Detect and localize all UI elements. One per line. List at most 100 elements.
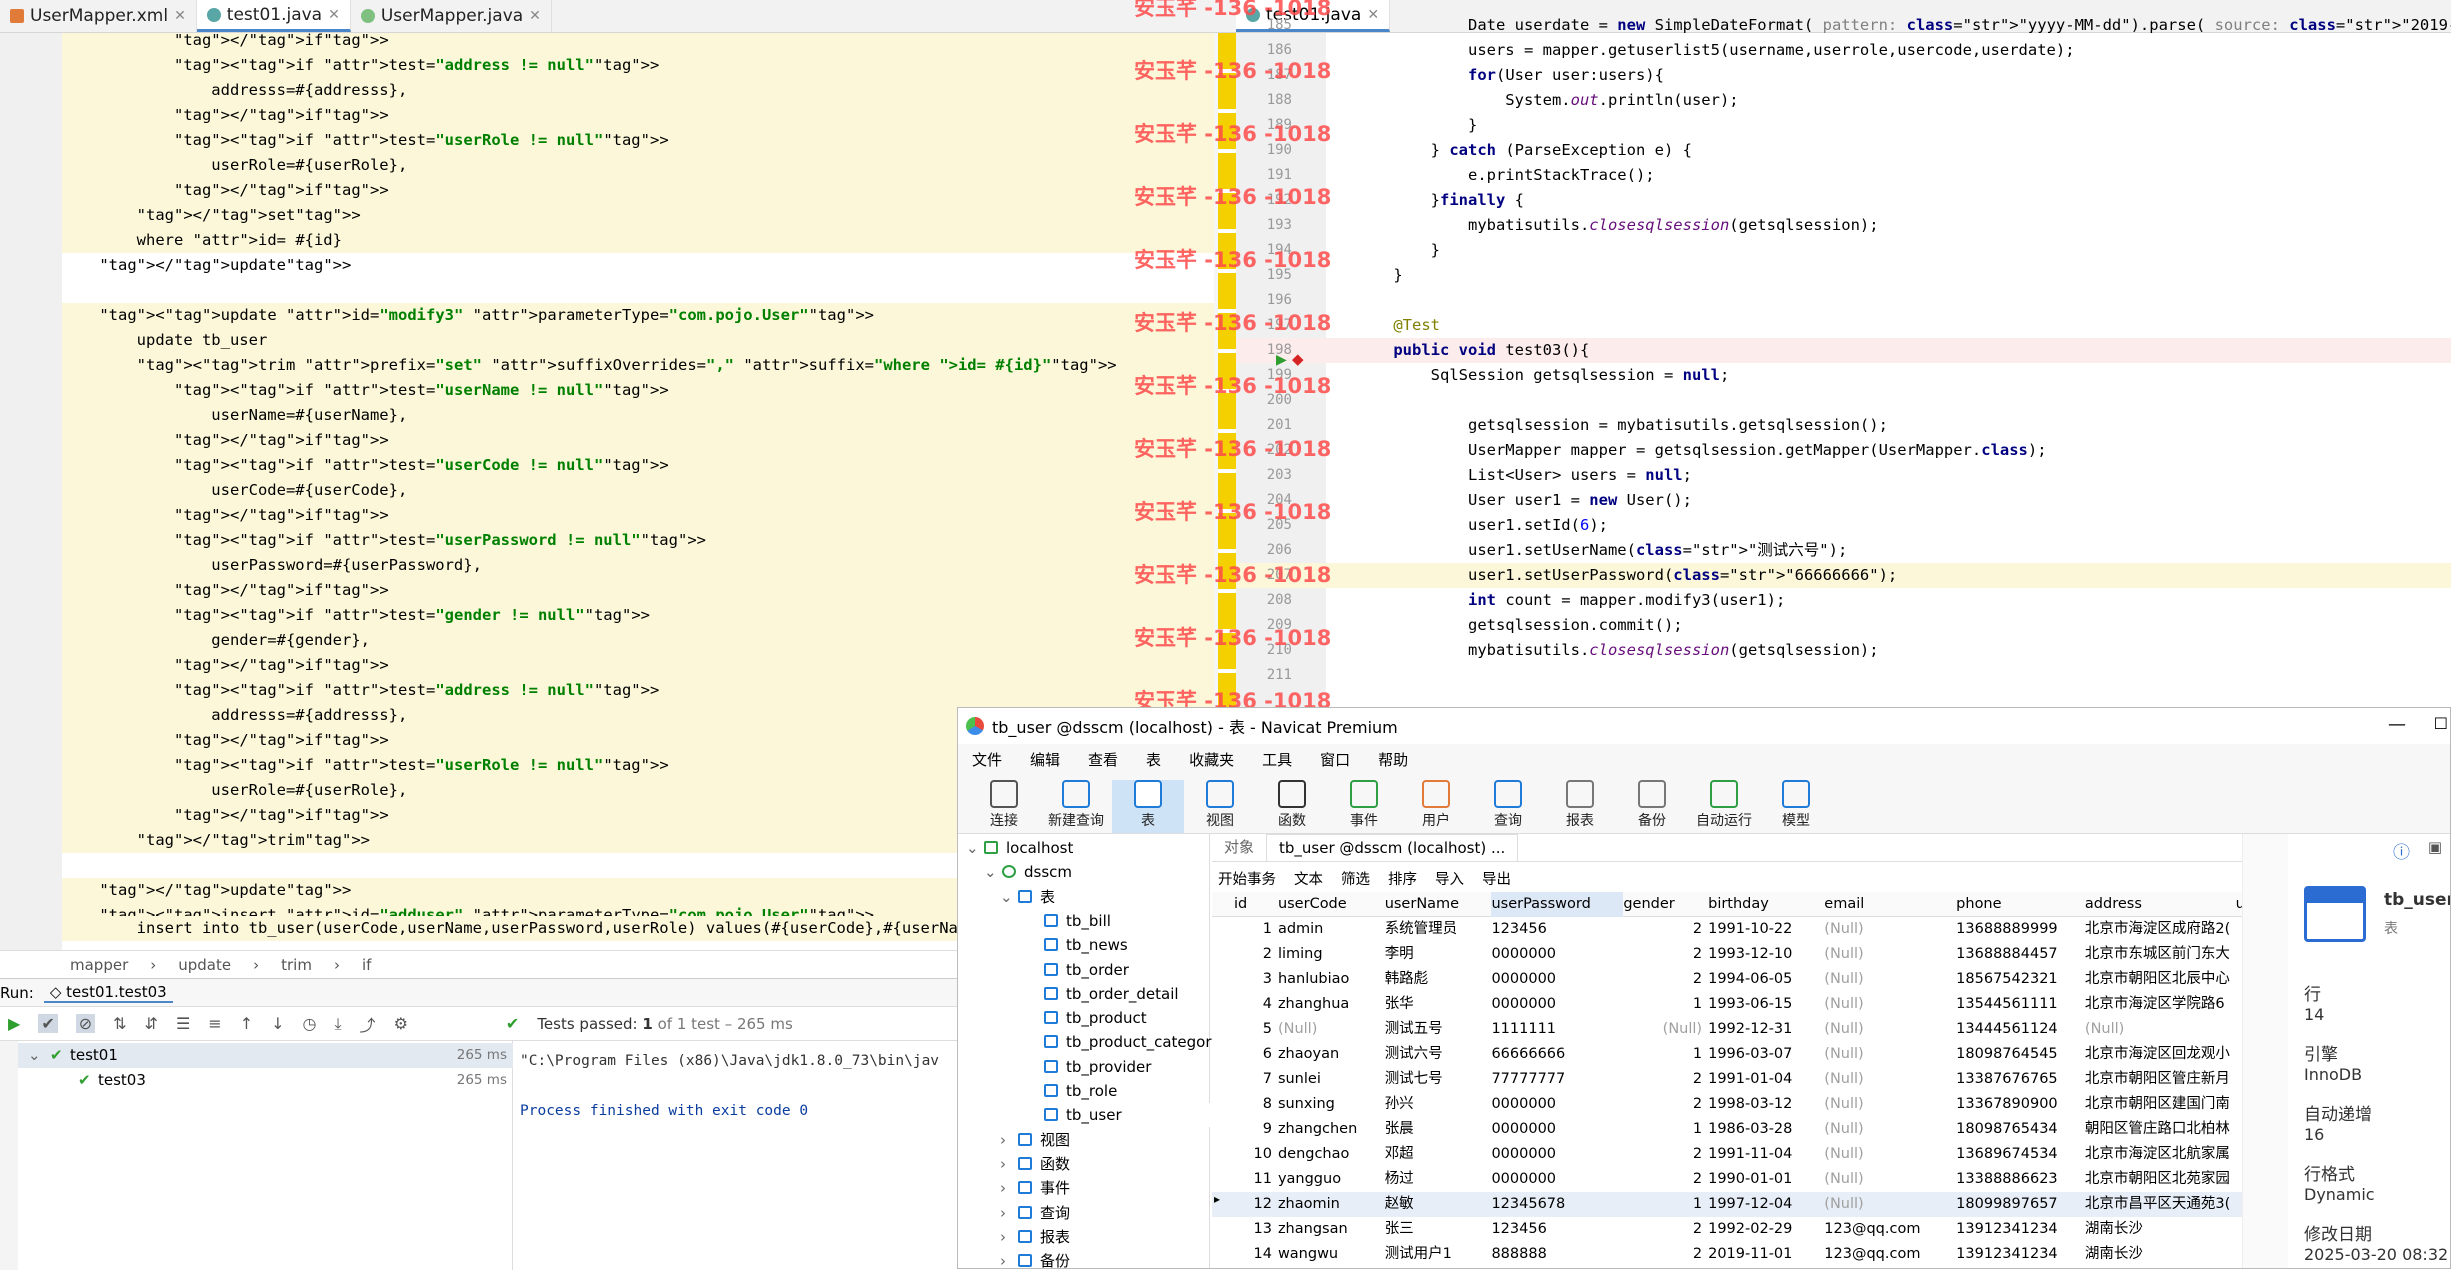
tree-item[interactable]: ⌄ dsscm [958,860,1210,884]
column-header[interactable]: id [1234,892,1278,917]
table-row[interactable]: 12 zhaomin 赵敏 12345678 1 1997-12-04 (Null) 1809… [1212,1192,2242,1217]
table-cell[interactable]: 1991-01-04 [1708,1067,1818,1092]
export-icon[interactable]: ⤴ [360,1012,376,1036]
table-cell[interactable]: 2 [1623,1092,1702,1117]
chevron-down-icon[interactable]: ⌄ [966,836,979,860]
table-cell[interactable]: 13 [1234,1217,1271,1242]
table-cell[interactable]: 杨过 [1385,1167,1486,1192]
table-cell[interactable]: 1111111 [1491,1017,1617,1042]
chevron-down-icon[interactable]: ⌄ [1000,885,1013,909]
table-cell[interactable]: 12345678 [1491,1192,1617,1217]
table-cell[interactable]: 1 [1623,1042,1702,1067]
grid-scrollbar[interactable] [2242,834,2288,1268]
breadcrumb-item[interactable]: if [362,956,371,974]
table-cell[interactable]: 2 [1623,1142,1702,1167]
chevron-right-icon[interactable]: › [1000,1152,1006,1176]
table-cell[interactable]: 13387676765 [1956,1067,2079,1092]
table-cell[interactable]: 12 [1234,1192,1271,1217]
table-cell[interactable]: 123456 [1491,1217,1617,1242]
chevron-right-icon[interactable]: › [1000,1249,1006,1268]
table-cell[interactable]: wangwu [1278,1242,1379,1267]
tree-item[interactable]: ⌄ 表 [958,885,1210,909]
table-cell[interactable]: 1992-02-29 [1708,1217,1818,1242]
table-cell[interactable]: 张晨 [1385,1117,1486,1142]
menu-item-7[interactable]: 帮助 [1364,749,1422,770]
toolbar-button-1[interactable]: 新建查询 [1040,780,1112,833]
table-cell[interactable]: 测试用户1 [1385,1242,1486,1267]
tree-item[interactable]: › 备份 [958,1249,1210,1268]
table-row[interactable]: 2 liming 李明 0000000 2 1993-12-10 (Null) 1368888… [1212,942,2242,967]
tree-item[interactable]: ⌄ localhost [958,836,1210,860]
grid-tool-0[interactable]: 开始事务 [1218,868,1276,889]
table-cell[interactable]: 2 [1623,917,1702,942]
table-cell[interactable]: 1991-10-22 [1708,917,1818,942]
run-test-icon[interactable]: ▶ [1276,352,1287,368]
chevron-right-icon[interactable]: › [1000,1176,1006,1200]
table-cell[interactable]: 13688884457 [1956,942,2079,967]
table-cell[interactable]: 2 [1623,1217,1702,1242]
chevron-right-icon[interactable]: › [1000,1201,1006,1225]
table-cell[interactable]: (Null) [1824,967,1950,992]
table-row[interactable]: 14 wangwu 测试用户1 888888 2 2019-11-01 123@qq.com… [1212,1242,2242,1267]
table-row[interactable]: 10 dengchao 邓超 0000000 2 1991-11-04 (Null) 1368… [1212,1142,2242,1167]
table-cell[interactable]: 湖南长沙 [2085,1242,2230,1267]
tree-item[interactable]: tb_product_category [958,1030,1220,1054]
table-cell[interactable]: 13444561124 [1956,1017,2079,1042]
table-cell[interactable]: (Null) [1824,1042,1950,1067]
table-cell[interactable]: 1 [1623,1192,1702,1217]
table-cell[interactable]: 123@qq.com [1824,1217,1950,1242]
table-cell[interactable]: 北京市朝阳区建国门南 [2085,1092,2230,1117]
menu-item-3[interactable]: 表 [1132,749,1175,770]
test-tree-row[interactable]: ✔ test03 265 ms [18,1068,513,1093]
table-cell[interactable]: 北京市朝阳区北苑家园 [2085,1167,2230,1192]
table-cell[interactable]: 1998-03-12 [1708,1092,1818,1117]
toolbar-button-2[interactable]: 表 [1112,780,1184,833]
tree-item[interactable]: › 事件 [958,1176,1210,1200]
tree-item[interactable]: tb_user [958,1103,1210,1128]
table-cell[interactable]: 北京市昌平区天通苑3( [2085,1192,2230,1217]
menu-item-5[interactable]: 工具 [1248,749,1306,770]
table-cell[interactable]: 1986-03-28 [1708,1117,1818,1142]
chevron-down-icon[interactable]: ⌄ [984,860,997,884]
column-header[interactable]: phone [1956,892,2085,917]
close-icon[interactable]: ✕ [328,7,340,23]
tree-item[interactable]: tb_news [958,933,1210,957]
table-row[interactable]: 5 (Null) 测试五号 1111111 (Null) 1992-12-31 (Null)… [1212,1017,2242,1042]
tree-item[interactable]: tb_role [958,1079,1210,1103]
table-row[interactable]: 11 yangguo 杨过 0000000 2 1990-01-01 (Null) 13388… [1212,1167,2242,1192]
table-cell[interactable]: 测试五号 [1385,1017,1486,1042]
table-cell[interactable]: 13544561111 [1956,992,2079,1017]
table-cell[interactable]: 14 [1234,1242,1271,1267]
table-cell[interactable]: 邓超 [1385,1142,1486,1167]
table-cell[interactable]: (Null) [1623,1017,1702,1042]
table-cell[interactable]: 4 [1234,992,1272,1017]
grid-tool-3[interactable]: 排序 [1388,868,1417,889]
breadcrumb-item[interactable]: trim [281,956,312,974]
table-cell[interactable]: 8 [1234,1092,1272,1117]
menu-item-1[interactable]: 编辑 [1016,749,1074,770]
table-cell[interactable]: 1 [1623,992,1702,1017]
table-cell[interactable]: 北京市海淀区回龙观小 [2085,1042,2230,1067]
sort-duration-icon[interactable]: ⇵ [145,1014,158,1033]
java-code-area[interactable]: 185 Date userdate = new SimpleDateFormat… [1236,16,2451,715]
table-cell[interactable]: dengchao [1278,1142,1379,1167]
run-config-tab[interactable]: ◇ test01.test03 [43,983,173,1003]
settings-gear-icon[interactable]: ⚙ [394,1014,408,1033]
table-cell[interactable]: 北京市海淀区成府路2( [2085,917,2230,942]
table-cell[interactable]: 测试六号 [1385,1042,1486,1067]
table-cell[interactable]: 123456 [1491,917,1617,942]
editor-tab-2[interactable]: UserMapper.java ✕ [351,0,552,32]
table-cell[interactable]: 1997-12-04 [1708,1192,1818,1217]
table-cell[interactable]: 13388886623 [1956,1167,2079,1192]
toolbar-button-6[interactable]: 用户 [1400,780,1472,833]
check-filter-icon[interactable]: ✔ [38,1014,58,1033]
table-cell[interactable]: 1993-06-15 [1708,992,1818,1017]
chevron-down-icon[interactable]: ⌄ [28,1043,41,1068]
table-cell[interactable]: (Null) [1824,1142,1950,1167]
table-cell[interactable]: 赵敏 [1385,1192,1486,1217]
table-cell[interactable]: zhangchen [1278,1117,1379,1142]
table-cell[interactable]: (Null) [1824,992,1950,1017]
table-cell[interactable]: 张三 [1385,1217,1486,1242]
table-cell[interactable]: 13912341234 [1956,1217,2079,1242]
table-cell[interactable]: (Null) [1824,1167,1950,1192]
